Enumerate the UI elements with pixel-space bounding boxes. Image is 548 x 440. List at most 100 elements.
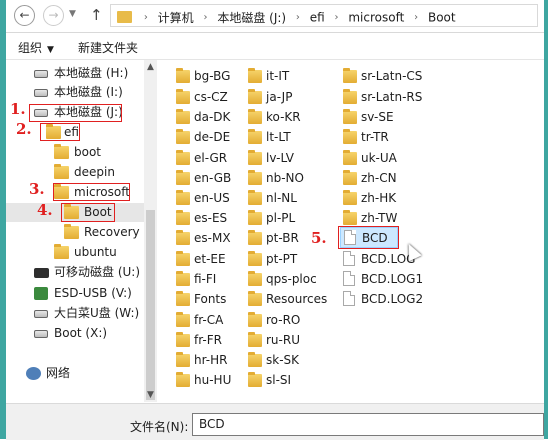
folder-icon — [176, 312, 190, 327]
folder-icon — [176, 170, 190, 185]
nav-item-drive-h[interactable]: 本地磁盘 (H:) — [6, 64, 144, 83]
file-name: en-GB — [194, 171, 232, 185]
nav-item-drive-x[interactable]: Boot (X:) — [6, 324, 144, 343]
chevron-right-icon[interactable]: › — [204, 12, 208, 23]
nav-item-label: 网络 — [46, 366, 71, 380]
chevron-right-icon[interactable]: › — [296, 12, 300, 23]
folder-icon — [248, 251, 262, 266]
file-name: lt-LT — [266, 130, 291, 144]
file-name: pt-BR — [266, 231, 299, 245]
folder-icon — [343, 129, 357, 144]
file-name: en-US — [194, 191, 230, 205]
nav-item-label: ubuntu — [74, 245, 117, 259]
address-bar-row: ← → ▼ ↑ › 计算机 › 本地磁盘 (J:) › efi › micros… — [6, 0, 544, 33]
annotation-box — [338, 226, 399, 249]
folder-icon — [343, 150, 357, 165]
breadcrumb-item[interactable]: Boot — [428, 11, 456, 25]
folder-icon — [176, 352, 190, 367]
scroll-thumb[interactable] — [146, 210, 155, 400]
folder-icon — [343, 89, 357, 104]
breadcrumb-item[interactable]: efi — [310, 11, 325, 25]
file-name: zh-HK — [361, 191, 397, 205]
file-name: sr-Latn-RS — [361, 90, 423, 104]
nav-item-drive-w[interactable]: 大白菜U盘 (W:) — [6, 304, 144, 323]
annotation-number: 2. — [16, 120, 32, 138]
recent-locations-dropdown-icon[interactable]: ▼ — [69, 9, 76, 19]
filename-label: 文件名(N): — [130, 420, 189, 434]
nav-scrollbar[interactable]: ▲ ▼ — [144, 60, 157, 402]
file-name: de-DE — [194, 130, 231, 144]
nav-item-drive-i[interactable]: 本地磁盘 (I:) — [6, 83, 144, 102]
nav-item-deepin[interactable]: deepin — [6, 163, 144, 182]
chevron-right-icon[interactable]: › — [414, 12, 418, 23]
folder-icon — [176, 150, 190, 165]
annotation-number: 1. — [10, 100, 26, 118]
folder-icon — [176, 129, 190, 144]
file-name: ko-KR — [266, 110, 301, 124]
folder-icon — [64, 224, 79, 239]
nav-item-drive-v[interactable]: ESD-USB (V:) — [6, 284, 144, 303]
nav-item-label: Boot (X:) — [54, 326, 108, 340]
back-button[interactable]: ← — [14, 5, 35, 26]
nav-item-ubuntu[interactable]: ubuntu — [6, 243, 144, 262]
folder-icon — [248, 372, 262, 387]
file-name: BCD.LOG2 — [361, 292, 424, 306]
scroll-up-icon[interactable]: ▲ — [144, 62, 157, 72]
folder-icon — [343, 190, 357, 205]
nav-item-drive-u[interactable]: 可移动磁盘 (U:) — [6, 263, 144, 282]
filename-input[interactable]: BCD — [192, 413, 544, 436]
annotation-number: 3. — [29, 180, 45, 198]
drive-icon — [34, 330, 48, 338]
file-name: el-GR — [194, 151, 228, 165]
new-folder-button[interactable]: 新建文件夹 — [78, 39, 138, 56]
annotation-number: 5. — [311, 229, 327, 247]
chevron-right-icon[interactable]: › — [335, 12, 339, 23]
nav-item-label: 可移动磁盘 (U:) — [54, 265, 141, 279]
breadcrumb-item[interactable]: 计算机 — [158, 11, 194, 25]
window-right-border — [544, 0, 548, 439]
folder-icon — [54, 244, 69, 259]
file-name: nl-NL — [266, 191, 297, 205]
drive-icon — [34, 310, 48, 318]
file-name: ja-JP — [266, 90, 293, 104]
file-name: tr-TR — [361, 130, 389, 144]
nav-item-recovery[interactable]: Recovery — [6, 223, 144, 242]
annotation-box — [53, 183, 130, 201]
folder-icon — [248, 150, 262, 165]
scroll-down-icon[interactable]: ▼ — [144, 390, 157, 400]
file-icon — [343, 271, 355, 286]
file-name: hu-HU — [194, 373, 232, 387]
address-bar[interactable]: › 计算机 › 本地磁盘 (J:) › efi › microsoft › Bo… — [110, 4, 538, 27]
folder-icon — [248, 109, 262, 124]
network-icon — [26, 367, 41, 380]
file-name: da-DK — [194, 110, 231, 124]
nav-item-label: 本地磁盘 (I:) — [54, 85, 123, 99]
drive-icon — [34, 89, 48, 97]
breadcrumb-item[interactable]: microsoft — [348, 11, 404, 25]
folder-icon — [54, 144, 69, 159]
file-name: it-IT — [266, 69, 290, 83]
nav-item-label: ESD-USB (V:) — [54, 286, 132, 300]
nav-item-network[interactable]: 网络 — [6, 364, 144, 383]
folder-icon — [343, 109, 357, 124]
file-name: pt-PT — [266, 252, 298, 266]
folder-icon — [176, 251, 190, 266]
folder-icon — [248, 89, 262, 104]
folder-icon — [176, 291, 190, 306]
file-name: bg-BG — [194, 69, 231, 83]
organize-button[interactable]: 组织 ▼ — [18, 39, 54, 56]
folder-icon — [248, 68, 262, 83]
up-arrow-icon[interactable]: ↑ — [90, 6, 103, 24]
nav-item-label: deepin — [74, 165, 115, 179]
forward-button[interactable]: → — [43, 5, 64, 26]
breadcrumb-item[interactable]: 本地磁盘 (J:) — [217, 11, 286, 25]
nav-item-boot[interactable]: boot — [6, 143, 144, 162]
chevron-right-icon[interactable]: › — [144, 12, 148, 23]
folder-icon — [176, 210, 190, 225]
file-name: ru-RU — [266, 333, 300, 347]
file-icon — [343, 251, 355, 266]
file-name: sr-Latn-CS — [361, 69, 423, 83]
folder-icon — [343, 68, 357, 83]
file-name: qps-ploc — [266, 272, 317, 286]
file-name: sv-SE — [361, 110, 394, 124]
